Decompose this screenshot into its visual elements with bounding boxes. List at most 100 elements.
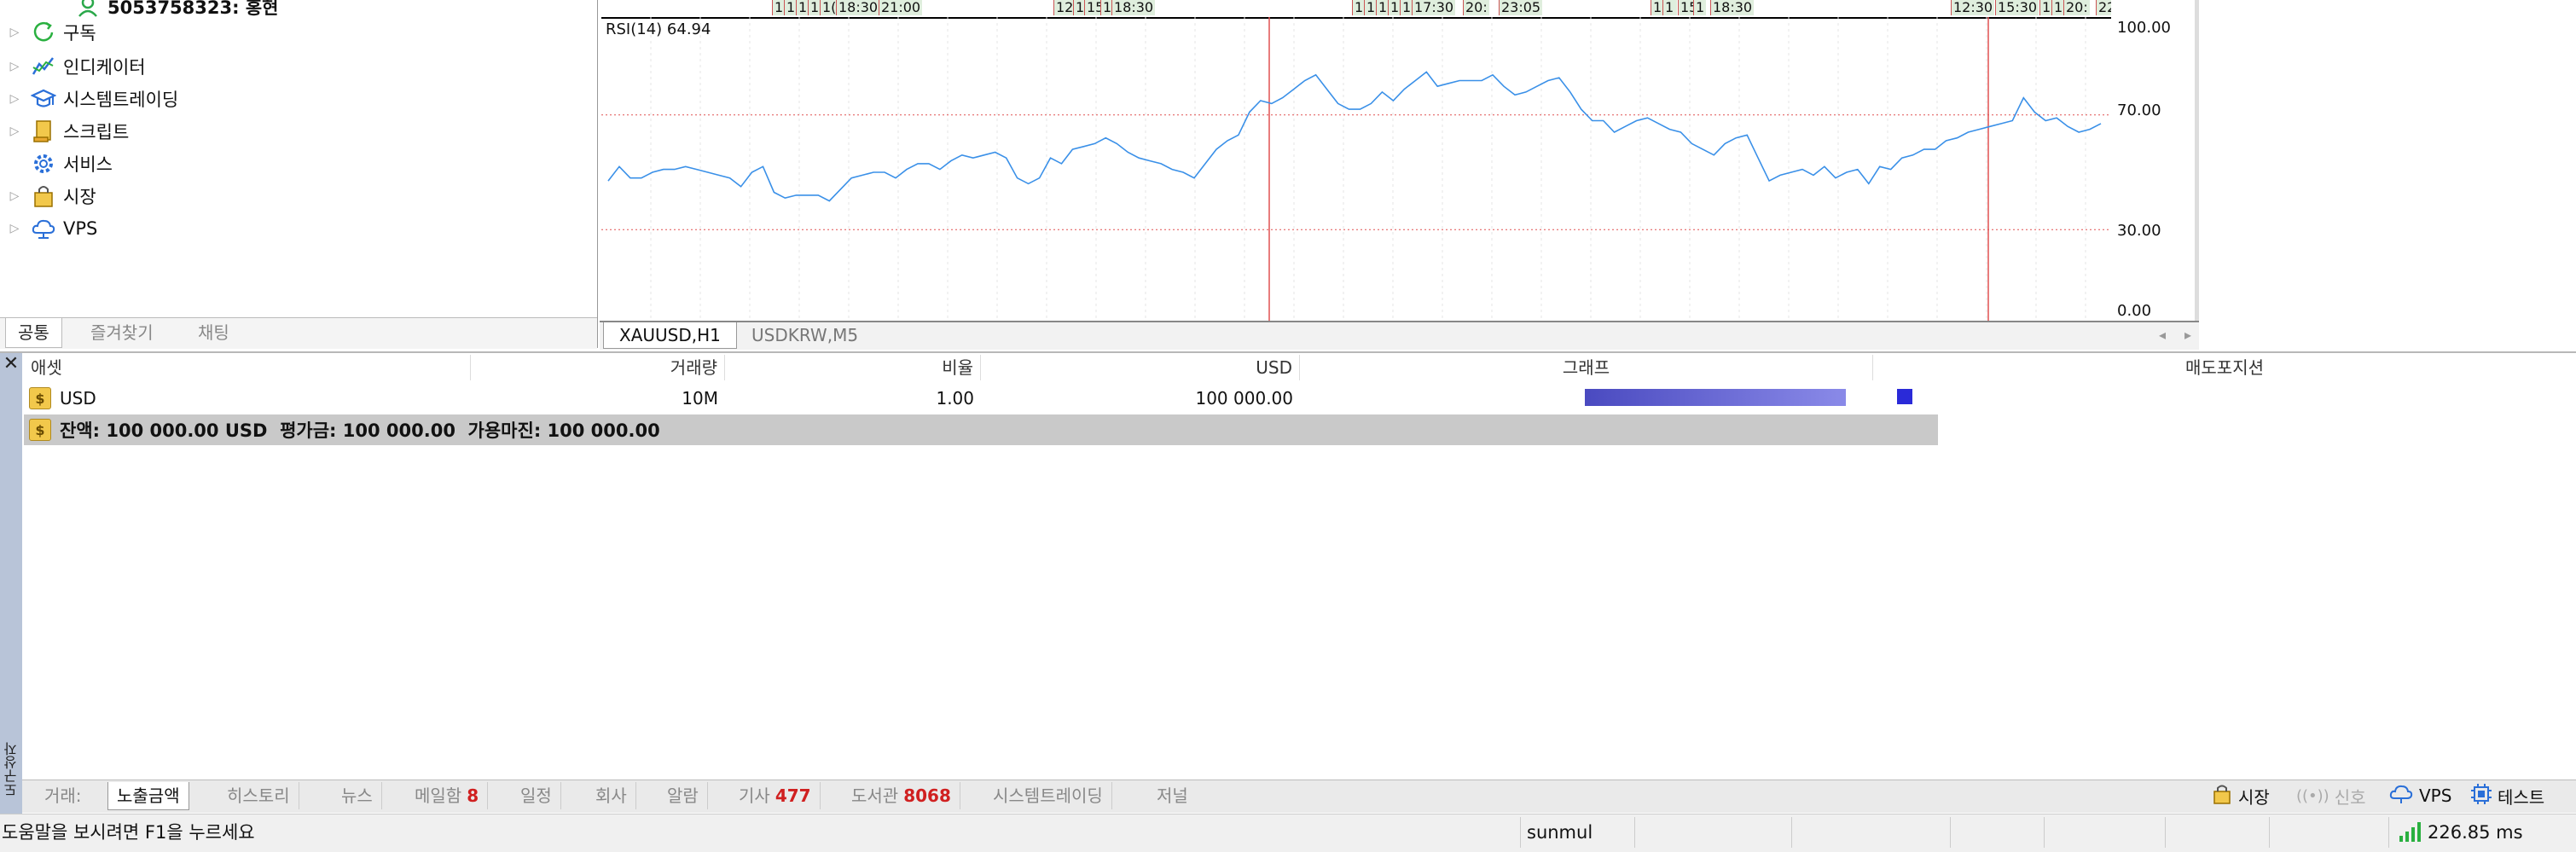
y-tick-label: 0.00 — [2117, 302, 2152, 320]
tab-calendar[interactable]: 일정 — [512, 782, 561, 809]
rsi-chart-svg — [601, 17, 2111, 321]
sell-position-marker — [1897, 389, 1912, 404]
signals-button[interactable]: ((•)) 신호 — [2296, 780, 2366, 812]
col-usd[interactable]: USD — [981, 355, 1300, 380]
time-label: 1 — [1662, 0, 1676, 15]
y-tick-label: 100.00 — [2117, 19, 2171, 37]
col-asset[interactable]: 애셋 — [24, 355, 471, 380]
tab-chat[interactable]: 채팅 — [186, 318, 241, 347]
time-label: 1 — [1388, 0, 1401, 15]
y-tick-label: 30.00 — [2117, 222, 2161, 240]
tab-articles[interactable]: 기사 477 — [730, 782, 821, 809]
tester-button[interactable]: 테스트 — [2470, 780, 2544, 812]
nav-item-label: 구독 — [63, 23, 96, 43]
time-label: 21:00 — [879, 0, 923, 15]
nav-item-expert-advisors[interactable]: ▷ 시스템트레이딩 — [0, 84, 589, 114]
tester-chip-icon — [2470, 783, 2492, 809]
tester-label: 테스트 — [2498, 786, 2545, 808]
scroll-right-icon[interactable]: ▸ — [2169, 322, 2207, 348]
expand-icon[interactable]: ▷ — [5, 51, 24, 82]
vps-cloud-icon — [31, 216, 56, 241]
col-graph[interactable]: 그래프 — [1300, 355, 1873, 380]
rsi-subwindow[interactable] — [601, 17, 2111, 321]
tab-company[interactable]: 회사 — [587, 782, 636, 809]
expand-icon[interactable]: ▷ — [5, 84, 24, 114]
tab-favorites[interactable]: 즐겨찾기 — [78, 318, 165, 347]
time-label: 1 — [1352, 0, 1366, 15]
time-label: 18:30 — [1111, 0, 1156, 15]
col-rate[interactable]: 비율 — [725, 355, 981, 380]
tab-history[interactable]: 히스토리 — [218, 782, 299, 809]
y-tick-label: 70.00 — [2117, 101, 2161, 119]
subscription-icon — [31, 20, 56, 45]
indicator-icon — [31, 54, 56, 79]
expand-icon[interactable]: ▷ — [5, 213, 24, 244]
vps-cloud-icon — [2388, 783, 2414, 809]
usd-coin-icon: $ — [29, 387, 51, 409]
nav-item-services[interactable]: 서비스 — [0, 148, 589, 179]
chart-tab-usdkrw[interactable]: USDKRW,M5 — [736, 322, 873, 348]
nav-item-scripts[interactable]: ▷ 스크립트 — [0, 116, 589, 147]
tab-news[interactable]: 뉴스 — [333, 782, 382, 809]
time-label: 1 — [784, 0, 798, 15]
vps-button[interactable]: VPS — [2388, 780, 2451, 812]
time-label: 1 — [808, 0, 821, 15]
row-volume: 10M — [682, 388, 718, 409]
status-divider — [2165, 817, 2166, 848]
account-icon — [77, 0, 99, 18]
row-rate: 1.00 — [936, 388, 974, 409]
time-label: 1 — [1364, 0, 1378, 15]
close-icon[interactable]: ✕ — [2, 355, 20, 374]
tab-algo-trading[interactable]: 시스템트레이딩 — [984, 782, 1112, 809]
time-label: 1 — [772, 0, 786, 15]
expand-icon[interactable]: ▷ — [5, 181, 24, 212]
time-label: 18:30 — [836, 0, 880, 15]
chart-scrollbar[interactable] — [2195, 0, 2199, 321]
nav-item-indicators[interactable]: ▷ 인디케이터 — [0, 51, 589, 82]
vps-label: VPS — [2419, 785, 2452, 806]
time-label: 18:30 — [1710, 0, 1755, 15]
nav-item-label: 시스템트레이딩 — [63, 90, 179, 110]
toolbox-side-label: 도구상자 — [3, 742, 20, 797]
rsi-title: RSI(14) 64.94 — [606, 20, 711, 38]
tab-journal[interactable]: 저널 — [1148, 782, 1197, 809]
chart-tab-xauusd[interactable]: XAUUSD,H1 — [603, 322, 737, 349]
nav-item-market[interactable]: ▷ 시장 — [0, 181, 589, 212]
status-divider — [2044, 817, 2045, 848]
tab-mailbox[interactable]: 메일함 8 — [406, 782, 489, 809]
summary-row: $ 잔액: 100 000.00 USD 평가금: 100 000.00 가용마… — [24, 414, 1938, 445]
connection-bars-icon[interactable] — [2399, 820, 2422, 847]
tab-articles-label: 기사 — [739, 785, 770, 806]
summary-text: 잔액: 100 000.00 USD 평가금: 100 000.00 가용마진:… — [60, 420, 660, 441]
time-label: 1 — [796, 0, 809, 15]
nav-item-label: VPS — [63, 218, 98, 239]
tab-mailbox-label: 메일함 — [415, 785, 462, 806]
navigator-tabs: 공통 즐겨찾기 채팅 — [0, 317, 597, 349]
status-divider — [1950, 817, 1951, 848]
market-bag-icon — [2211, 783, 2233, 809]
status-divider — [1791, 817, 1792, 848]
market-bag-icon — [31, 183, 56, 209]
signal-icon: ((•)) — [2296, 786, 2329, 805]
articles-count-badge: 477 — [775, 785, 811, 806]
tab-library[interactable]: 도서관 8068 — [843, 782, 960, 809]
nav-item-vps[interactable]: ▷ VPS — [0, 213, 589, 244]
tab-trade[interactable]: 거래: — [36, 782, 90, 809]
col-sell-positions[interactable]: 매도포지션 — [1873, 355, 2576, 380]
row-usd: 100 000.00 — [1195, 388, 1293, 409]
tab-library-label: 도서관 — [851, 785, 899, 806]
expert-advisor-icon — [30, 86, 57, 112]
exposure-graph-bar — [1585, 389, 1846, 406]
col-volume[interactable]: 거래량 — [471, 355, 725, 380]
chart-tabs: XAUUSD,H1 USDKRW,M5 ◂ ▸ — [600, 321, 2199, 350]
nav-item-subscription[interactable]: ▷ 구독 — [0, 17, 589, 48]
expand-icon[interactable]: ▷ — [5, 17, 24, 48]
tab-exposure[interactable]: 노출금액 — [107, 782, 189, 810]
tab-common[interactable]: 공통 — [5, 318, 62, 348]
market-button[interactable]: 시장 — [2211, 780, 2270, 812]
time-label: 1 — [1376, 0, 1390, 15]
tab-alerts[interactable]: 알람 — [659, 782, 708, 809]
expand-icon[interactable]: ▷ — [5, 116, 24, 147]
mailbox-count-badge: 8 — [467, 785, 479, 806]
time-label: 1 — [1693, 0, 1707, 15]
